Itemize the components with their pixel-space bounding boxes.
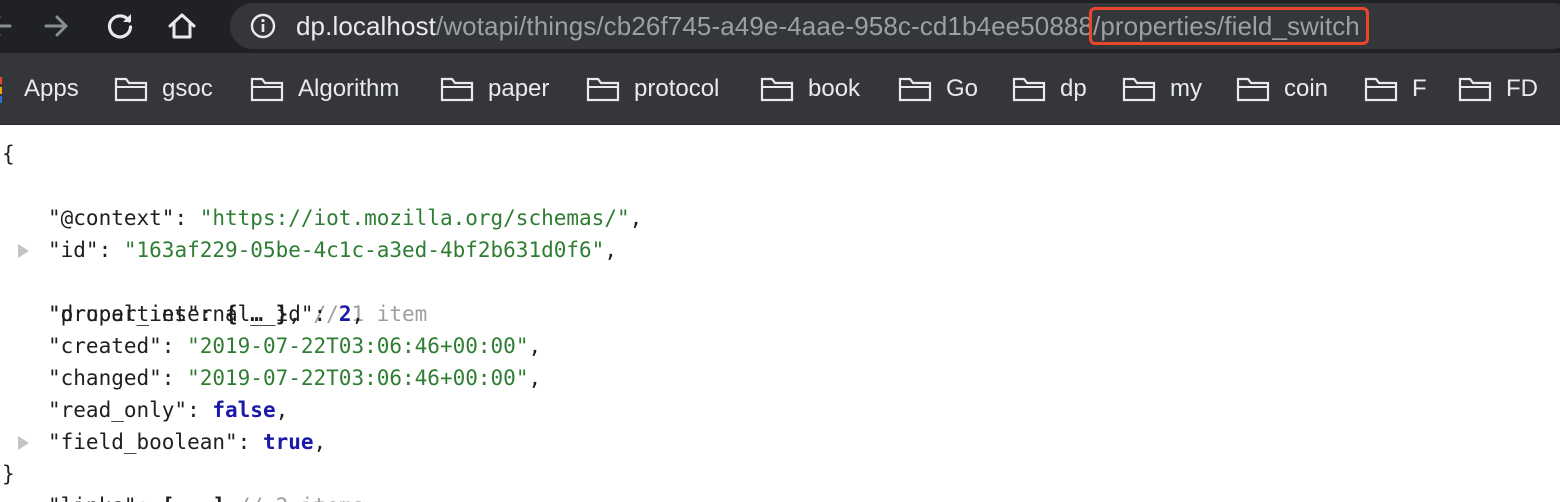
bookmark-label: Go [946, 75, 979, 102]
apps-icon [0, 77, 2, 103]
reload-button[interactable] [98, 4, 142, 48]
bookmark-label: protocol [634, 75, 720, 102]
json-item-count-comment: // 2 items [238, 494, 364, 502]
home-button[interactable] [160, 4, 204, 48]
url-host: dp.localhost [296, 11, 436, 41]
json-string-value: "2019-07-22T03:06:46+00:00" [187, 366, 529, 390]
folder-icon [1122, 77, 1156, 102]
json-key: "@context" [48, 206, 175, 230]
json-key: "read_only" [48, 398, 188, 422]
bookmark-label: dp [1060, 75, 1087, 102]
folder-icon [1012, 77, 1046, 102]
json-row-changed: "changed": "2019-07-22T03:06:46+00:00", [48, 366, 542, 390]
bookmark-folder-paper[interactable]: paper [440, 69, 549, 109]
folder-icon [898, 77, 932, 102]
json-key: "created" [48, 334, 162, 358]
json-row-id: "id": "163af229-05be-4c1c-a3ed-4bf2b631d… [48, 238, 617, 262]
forward-arrow-icon [44, 15, 68, 37]
json-row-drupal-internal-id: "drupal_internal__id": 2, [48, 302, 365, 326]
json-key: "drupal_internal__id" [48, 302, 314, 326]
json-viewer: { "@context": "https://iot.mozilla.org/s… [0, 126, 1560, 502]
json-collapsed-array[interactable]: [ … ] [162, 494, 225, 502]
info-icon[interactable] [250, 13, 276, 39]
bookmarks-bar: Apps gsoc Algorithm paper protocol book … [0, 53, 1560, 125]
bookmark-folder-f[interactable]: F [1364, 69, 1427, 109]
expand-triangle-icon[interactable] [18, 244, 29, 258]
folder-icon [1458, 77, 1492, 102]
bookmark-label: Apps [24, 75, 79, 102]
bookmark-label: my [1170, 75, 1202, 102]
bookmark-label: Algorithm [298, 75, 400, 102]
json-row-links[interactable]: "links": [ … ] // 2 items [0, 426, 600, 502]
bookmark-folder-gsoc[interactable]: gsoc [114, 69, 213, 109]
folder-icon [1364, 77, 1398, 102]
json-open-brace: { [2, 142, 15, 166]
json-key: "changed" [48, 366, 162, 390]
bookmark-folder-go[interactable]: Go [898, 69, 978, 109]
bookmark-folder-protocol[interactable]: protocol [586, 69, 719, 109]
folder-icon [586, 77, 620, 102]
url-path: /wotapi/things/cb26f745-a49e-4aae-958c-c… [435, 11, 1094, 41]
json-key: "links" [48, 494, 137, 502]
bookmark-apps[interactable]: Apps [24, 69, 79, 109]
bookmark-label: FD [1506, 75, 1538, 102]
folder-icon [1236, 77, 1270, 102]
bookmark-folder-algorithm[interactable]: Algorithm [250, 69, 399, 109]
bookmark-folder-coin[interactable]: coin [1236, 69, 1328, 109]
bookmark-folder-my[interactable]: my [1122, 69, 1202, 109]
folder-icon [760, 77, 794, 102]
bookmark-label: gsoc [162, 75, 213, 102]
json-row-properties[interactable]: "properties": { … }, // 1 item [0, 234, 600, 326]
json-row-context: "@context": "https://iot.mozilla.org/sch… [48, 206, 643, 230]
forward-button[interactable] [34, 4, 78, 48]
back-button[interactable] [0, 4, 22, 48]
folder-icon [440, 77, 474, 102]
bookmark-folder-dp[interactable]: dp [1012, 69, 1087, 109]
bookmark-label: paper [488, 75, 550, 102]
url-text[interactable]: dp.localhost/wotapi/things/cb26f745-a49e… [296, 8, 1360, 44]
json-close-brace: } [2, 462, 15, 486]
json-number-value: 2 [338, 302, 352, 326]
json-string-value: "https://iot.mozilla.org/schemas/" [199, 206, 630, 230]
back-arrow-icon [0, 15, 12, 37]
json-row-field-boolean: "field_boolean": true, [48, 430, 327, 454]
browser-toolbar: dp.localhost/wotapi/things/cb26f745-a49e… [0, 0, 1560, 53]
json-row-read-only: "read_only": false, [48, 398, 289, 422]
json-row-created: "created": "2019-07-22T03:06:46+00:00", [48, 334, 542, 358]
address-bar[interactable]: dp.localhost/wotapi/things/cb26f745-a49e… [230, 3, 1560, 49]
json-boolean-value: false [212, 398, 276, 422]
folder-icon [114, 77, 148, 102]
json-string-value: "2019-07-22T03:06:46+00:00" [187, 334, 529, 358]
folder-icon [250, 77, 284, 102]
bookmark-folder-book[interactable]: book [760, 69, 860, 109]
bookmark-label: coin [1284, 75, 1329, 102]
reload-icon [107, 14, 133, 39]
expand-triangle-icon[interactable] [18, 436, 29, 450]
bookmark-folder-fd[interactable]: FD [1458, 69, 1538, 109]
bookmark-label: book [808, 75, 861, 102]
url-highlighted-segment: /properties/field_switch [1093, 11, 1360, 41]
bookmark-label: F [1412, 75, 1427, 102]
home-icon [168, 13, 196, 39]
